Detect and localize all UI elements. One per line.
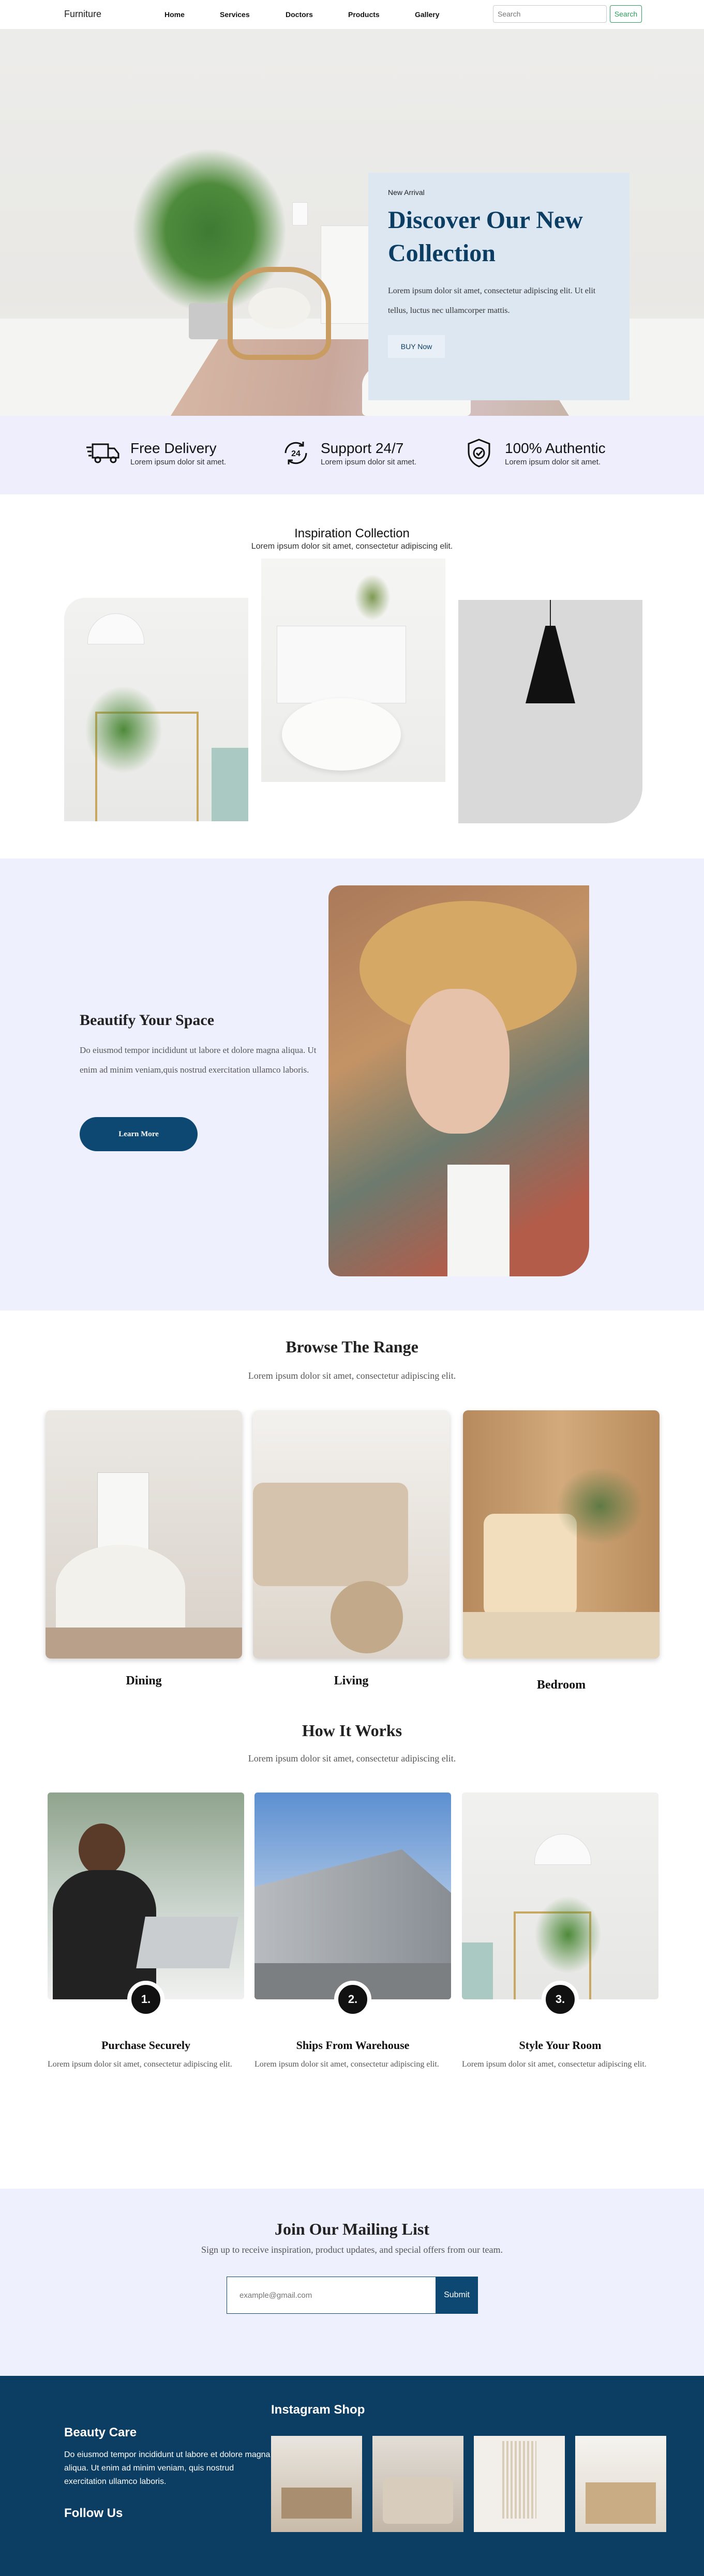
step-text-2: Lorem ipsum dolor sit amet, consectetur … xyxy=(254,2060,439,2069)
inspiration-section: Inspiration Collection Lorem ipsum dolor… xyxy=(0,494,704,858)
email-field[interactable] xyxy=(227,2277,436,2314)
step-image-warehouse xyxy=(254,1792,451,1999)
feature-title: Support 24/7 xyxy=(321,440,404,456)
inspiration-image-pendant-lamp xyxy=(458,600,642,823)
feature-authentic: 100% Authentic Lorem ipsum dolor sit ame… xyxy=(458,438,606,469)
woman-portrait-image xyxy=(328,885,589,1276)
feature-support: 24 Support 24/7 Lorem ipsum dolor sit am… xyxy=(275,438,416,469)
step-badge-3: 3. xyxy=(542,1981,579,2018)
nav-link-services[interactable]: Services xyxy=(220,10,250,19)
browse-card-bedroom[interactable] xyxy=(463,1410,660,1659)
feature-text: Lorem ipsum dolor sit amet. xyxy=(130,457,227,466)
instagram-image-shelf[interactable] xyxy=(271,2436,362,2532)
svg-text:24: 24 xyxy=(291,449,301,458)
inspiration-subtitle: Lorem ipsum dolor sit amet, consectetur … xyxy=(251,542,453,551)
browse-label-living: Living xyxy=(334,1674,369,1688)
step-badge-2: 2. xyxy=(334,1981,371,2018)
instagram-image-kitchen[interactable] xyxy=(575,2436,666,2532)
support-24-icon: 24 xyxy=(275,438,317,469)
browse-card-living[interactable] xyxy=(253,1410,450,1659)
instagram-shop-title: Instagram Shop xyxy=(271,2403,365,2417)
feature-free-delivery: Free Delivery Lorem ipsum dolor sit amet… xyxy=(83,438,226,469)
hero-card: New Arrival Discover Our New Collection … xyxy=(368,173,630,400)
top-nav: Furniture Home Services Doctors Products… xyxy=(0,0,704,29)
inspiration-image-plants xyxy=(64,598,248,821)
step-title-3: Style Your Room xyxy=(519,2039,602,2052)
how-subtitle: Lorem ipsum dolor sit amet, consectetur … xyxy=(248,1753,456,1764)
beautify-section: Beautify Your Space Do eiusmod tempor in… xyxy=(0,858,704,1310)
hero-eyebrow: New Arrival xyxy=(388,188,425,197)
step-title-2: Ships From Warehouse xyxy=(296,2039,410,2052)
buy-now-button[interactable]: BUY Now xyxy=(388,335,445,358)
footer-brand: Beauty Care xyxy=(64,2426,137,2439)
brand-logo[interactable]: Furniture xyxy=(64,9,101,20)
footer-text: Do eiusmod tempor incididunt ut labore e… xyxy=(64,2450,271,2486)
search-input[interactable] xyxy=(493,5,607,23)
mailing-title: Join Our Mailing List xyxy=(274,2220,429,2238)
nav-link-home[interactable]: Home xyxy=(164,10,185,19)
mailing-section: Join Our Mailing List Sign up to receive… xyxy=(0,2189,704,2376)
learn-more-button[interactable]: Learn More xyxy=(80,1117,198,1151)
browse-title: Browse The Range xyxy=(286,1337,418,1356)
nav-link-gallery[interactable]: Gallery xyxy=(415,10,439,19)
inspiration-image-pouf xyxy=(261,559,445,782)
step-image-style-room xyxy=(462,1792,658,1999)
search-bar: Search xyxy=(493,5,642,23)
features-bar: Free Delivery Lorem ipsum dolor sit amet… xyxy=(0,416,704,494)
footer-follow-us: Follow Us xyxy=(64,2506,123,2520)
step-title-1: Purchase Securely xyxy=(101,2039,191,2052)
shield-check-icon xyxy=(458,438,500,469)
nav-link-products[interactable]: Products xyxy=(348,10,380,19)
feature-text: Lorem ipsum dolor sit amet. xyxy=(321,457,417,466)
step-text-1: Lorem ipsum dolor sit amet, consectetur … xyxy=(48,2060,232,2069)
truck-icon xyxy=(83,438,124,469)
footer: Beauty Care Do eiusmod tempor incididunt… xyxy=(0,2376,704,2576)
instagram-image-macrame[interactable] xyxy=(474,2436,565,2532)
inspiration-title: Inspiration Collection xyxy=(294,526,410,540)
step-text-3: Lorem ipsum dolor sit amet, consectetur … xyxy=(462,2060,647,2069)
feature-title: 100% Authentic xyxy=(505,440,606,456)
browse-label-dining: Dining xyxy=(126,1674,162,1688)
instagram-image-baskets[interactable] xyxy=(372,2436,463,2532)
feature-title: Free Delivery xyxy=(130,440,217,456)
browse-label-bedroom: Bedroom xyxy=(536,1678,586,1692)
hero-title: Discover Our New Collection xyxy=(388,206,583,267)
hero-lamp-image xyxy=(292,202,308,225)
beautify-text: Do eiusmod tempor incididunt ut labore e… xyxy=(80,1045,317,1075)
beautify-title: Beautify Your Space xyxy=(80,1012,215,1029)
browse-card-dining[interactable] xyxy=(46,1410,242,1659)
how-title: How It Works xyxy=(302,1721,402,1740)
hero-cushion-image xyxy=(248,288,310,329)
hero-section: New Arrival Discover Our New Collection … xyxy=(0,29,704,416)
browse-subtitle: Lorem ipsum dolor sit amet, consectetur … xyxy=(248,1370,456,1381)
mailing-subtitle: Sign up to receive inspiration, product … xyxy=(201,2244,503,2255)
step-badge-1: 1. xyxy=(127,1981,164,2018)
hero-text: Lorem ipsum dolor sit amet, consectetur … xyxy=(388,287,596,315)
hero-plant-pot xyxy=(189,303,230,339)
step-image-purchase xyxy=(48,1792,244,1999)
feature-text: Lorem ipsum dolor sit amet. xyxy=(505,457,601,466)
nav-link-doctors[interactable]: Doctors xyxy=(286,10,313,19)
search-button[interactable]: Search xyxy=(610,5,642,23)
submit-button[interactable]: Submit xyxy=(436,2277,478,2314)
